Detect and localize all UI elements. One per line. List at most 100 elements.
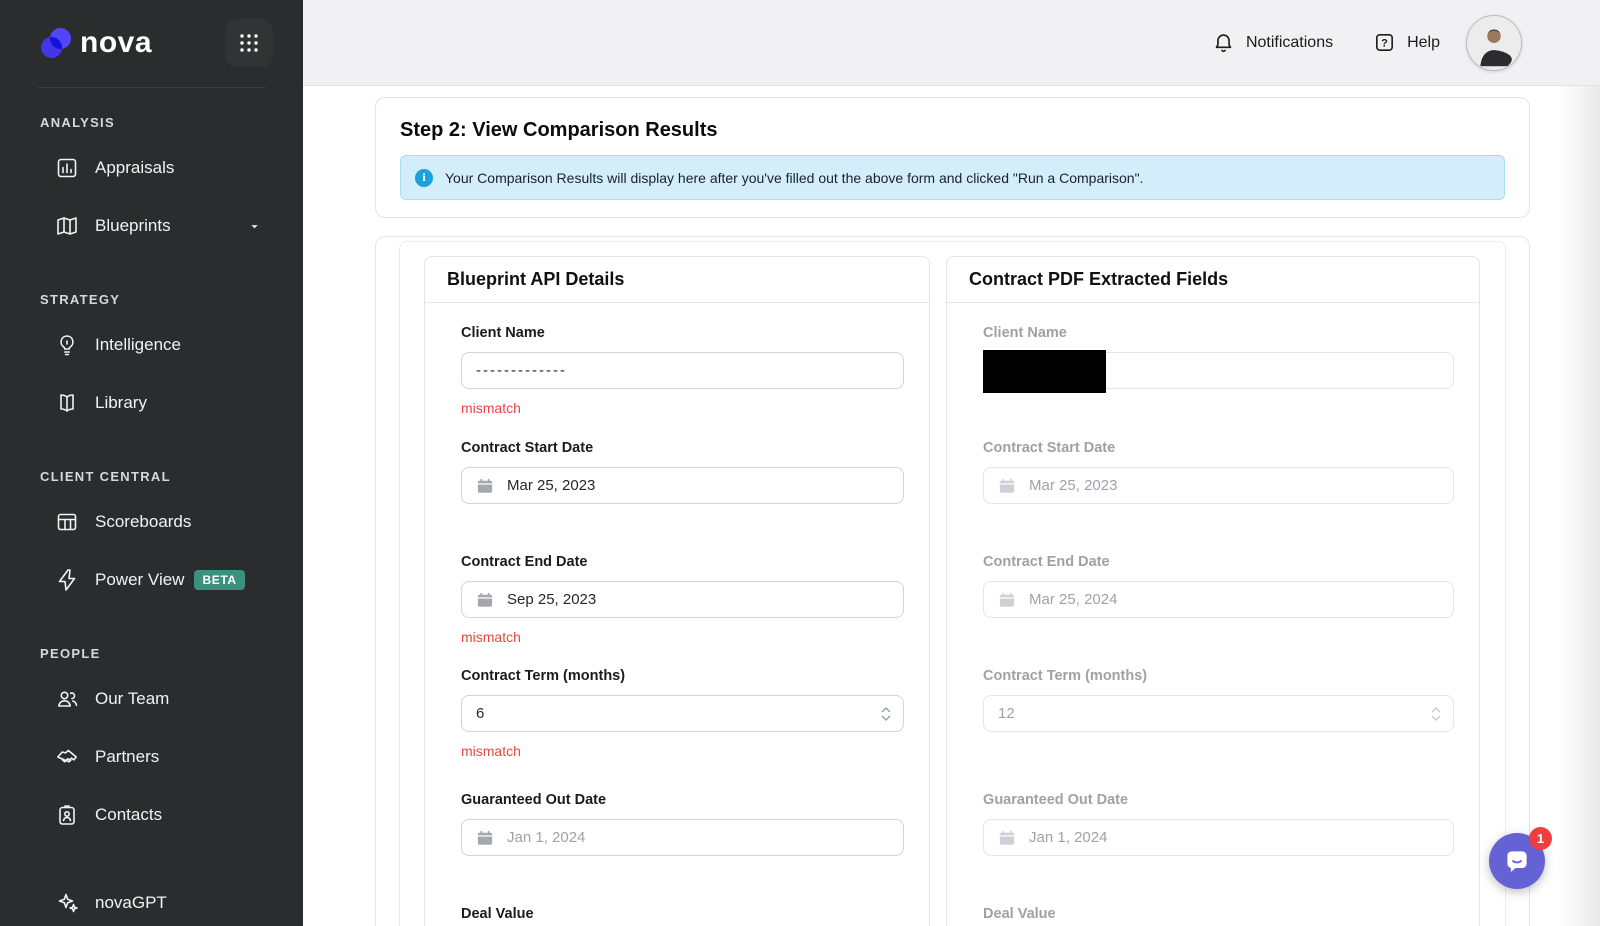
field-row-client-name: Client Name bbox=[983, 325, 1454, 440]
sidebar-item-novagpt[interactable]: novaGPT bbox=[0, 883, 303, 923]
number-input-contract-term-months: 12 bbox=[983, 695, 1454, 732]
field-label: Guaranteed Out Date bbox=[461, 792, 904, 810]
field-row-contract-start-date: Contract Start Date Mar 25, 2023 bbox=[983, 440, 1454, 554]
date-input-contract-start-date: Mar 25, 2023 bbox=[983, 467, 1454, 504]
mismatch-label: mismatch bbox=[461, 400, 904, 416]
panel-title: Contract PDF Extracted Fields bbox=[969, 269, 1228, 290]
calendar-icon bbox=[476, 829, 494, 847]
step-card: Step 2: View Comparison Results i Your C… bbox=[375, 97, 1530, 218]
sidebar-item-label: Appraisals bbox=[95, 158, 174, 178]
sidebar-item-appraisals[interactable]: Appraisals bbox=[0, 148, 303, 188]
map-icon bbox=[55, 214, 79, 238]
date-input-guaranteed-out-date: Jan 1, 2024 bbox=[983, 819, 1454, 856]
sparkles-icon bbox=[55, 891, 79, 915]
panel-header: Contract PDF Extracted Fields bbox=[947, 257, 1479, 303]
grid-dots-icon bbox=[238, 32, 260, 54]
date-input-contract-start-date[interactable]: Mar 25, 2023 bbox=[461, 467, 904, 504]
notifications-button[interactable]: Notifications bbox=[1212, 31, 1333, 54]
field-label: Deal Value bbox=[461, 906, 904, 924]
bar-chart-icon bbox=[55, 156, 79, 180]
field-label: Deal Value bbox=[983, 906, 1454, 924]
field-label: Contract Term (months) bbox=[461, 668, 904, 686]
sidebar-section: ANALYSIS Appraisals Blueprints bbox=[0, 115, 303, 246]
sidebar-item-library[interactable]: Library bbox=[0, 383, 303, 423]
sidebar-item-label: Library bbox=[95, 393, 147, 413]
text-input-client-name[interactable]: ------------- bbox=[461, 352, 904, 389]
input-value: Sep 25, 2023 bbox=[507, 591, 596, 608]
date-input-guaranteed-out-date[interactable]: Jan 1, 2024 bbox=[461, 819, 904, 856]
sidebar-section-label: PEOPLE bbox=[40, 646, 303, 661]
top-header: Notifications ? Help bbox=[303, 0, 1600, 86]
sidebar-item-contacts[interactable]: Contacts bbox=[0, 795, 303, 835]
id-badge-icon bbox=[55, 803, 79, 827]
calendar-icon bbox=[998, 591, 1016, 609]
date-input-contract-end-date[interactable]: Sep 25, 2023 bbox=[461, 581, 904, 618]
sidebar-item-scoreboards[interactable]: Scoreboards bbox=[0, 502, 303, 542]
logo-row: nova bbox=[0, 0, 303, 68]
number-spinner-icon bbox=[1431, 705, 1441, 722]
calendar-icon bbox=[476, 477, 494, 495]
field-label: Contract Term (months) bbox=[983, 668, 1454, 686]
svg-text:?: ? bbox=[1381, 38, 1388, 50]
sidebar-item-partners[interactable]: Partners bbox=[0, 737, 303, 777]
sidebar-item-label: Blueprints bbox=[95, 216, 171, 236]
input-value: Mar 25, 2024 bbox=[1029, 591, 1117, 608]
input-value: Jan 1, 2024 bbox=[507, 829, 585, 846]
sidebar-item-label: novaGPT bbox=[95, 893, 167, 913]
sidebar-section-label: ANALYSIS bbox=[40, 115, 303, 130]
field-label: Contract Start Date bbox=[461, 440, 904, 458]
field-row-contract-term-months: Contract Term (months) 6 mismatch bbox=[461, 668, 904, 792]
field-row-client-name: Client Name ------------- mismatch bbox=[461, 325, 904, 440]
info-icon: i bbox=[415, 169, 433, 187]
input-value: Jan 1, 2024 bbox=[1029, 829, 1107, 846]
field-label: Contract End Date bbox=[983, 554, 1454, 572]
mismatch-label: mismatch bbox=[461, 629, 904, 645]
chat-launcher-button[interactable]: 1 bbox=[1489, 833, 1545, 889]
question-icon: ? bbox=[1373, 31, 1396, 54]
app-grid-button[interactable] bbox=[225, 19, 273, 67]
sidebar-item-our-team[interactable]: Our Team bbox=[0, 679, 303, 719]
lightbulb-icon bbox=[55, 333, 79, 357]
sidebar-section: STRATEGY Intelligence Library bbox=[0, 292, 303, 423]
user-avatar[interactable] bbox=[1466, 15, 1522, 71]
logo-text: nova bbox=[80, 26, 152, 60]
number-input-contract-term-months[interactable]: 6 bbox=[461, 695, 904, 732]
sidebar-section: PEOPLE Our Team Partners Contacts bbox=[0, 646, 303, 835]
input-value: 6 bbox=[476, 705, 484, 722]
field-label: Client Name bbox=[983, 325, 1454, 343]
input-value: ------------- bbox=[476, 362, 567, 379]
notifications-label: Notifications bbox=[1246, 34, 1333, 52]
comparison-results-card: Blueprint API Details Client Name -------… bbox=[375, 236, 1530, 926]
book-icon bbox=[55, 391, 79, 415]
info-banner: i Your Comparison Results will display h… bbox=[400, 155, 1505, 200]
input-value: Mar 25, 2023 bbox=[507, 477, 595, 494]
field-row-deal-value: Deal Value bbox=[461, 906, 904, 926]
sidebar-item-label: Contacts bbox=[95, 805, 162, 825]
field-row-contract-end-date: Contract End Date Mar 25, 2024 bbox=[983, 554, 1454, 668]
panel-title: Blueprint API Details bbox=[447, 269, 624, 290]
sidebar-item-blueprints[interactable]: Blueprints bbox=[0, 206, 303, 246]
field-row-contract-start-date: Contract Start Date Mar 25, 2023 bbox=[461, 440, 904, 554]
field-label: Client Name bbox=[461, 325, 904, 343]
field-label: Contract Start Date bbox=[983, 440, 1454, 458]
chevron-down-icon[interactable] bbox=[248, 220, 261, 233]
mismatch-label: mismatch bbox=[461, 743, 904, 759]
date-input-contract-end-date: Mar 25, 2024 bbox=[983, 581, 1454, 618]
info-banner-text: Your Comparison Results will display her… bbox=[445, 170, 1143, 186]
left-fields: Client Name-------------mismatchContract… bbox=[425, 303, 929, 926]
sidebar-section-label: CLIENT CENTRAL bbox=[40, 469, 303, 484]
page-title: Step 2: View Comparison Results bbox=[400, 119, 1505, 142]
input-value: 12 bbox=[998, 705, 1015, 722]
sidebar-item-label: Partners bbox=[95, 747, 159, 767]
sidebar-item-label: Power View bbox=[95, 570, 184, 590]
sidebar-item-label: Scoreboards bbox=[95, 512, 191, 532]
sidebar-item-intelligence[interactable]: Intelligence bbox=[0, 325, 303, 365]
sidebar-item-power-view[interactable]: Power ViewBETA bbox=[0, 560, 303, 600]
calendar-icon bbox=[998, 477, 1016, 495]
redaction-overlay bbox=[983, 350, 1106, 393]
number-spinner-icon[interactable] bbox=[881, 705, 891, 722]
field-row-guaranteed-out-date: Guaranteed Out Date Jan 1, 2024 bbox=[461, 792, 904, 906]
help-button[interactable]: ? Help bbox=[1373, 31, 1440, 54]
bolt-icon bbox=[55, 568, 79, 592]
sidebar-section-label: STRATEGY bbox=[40, 292, 303, 307]
